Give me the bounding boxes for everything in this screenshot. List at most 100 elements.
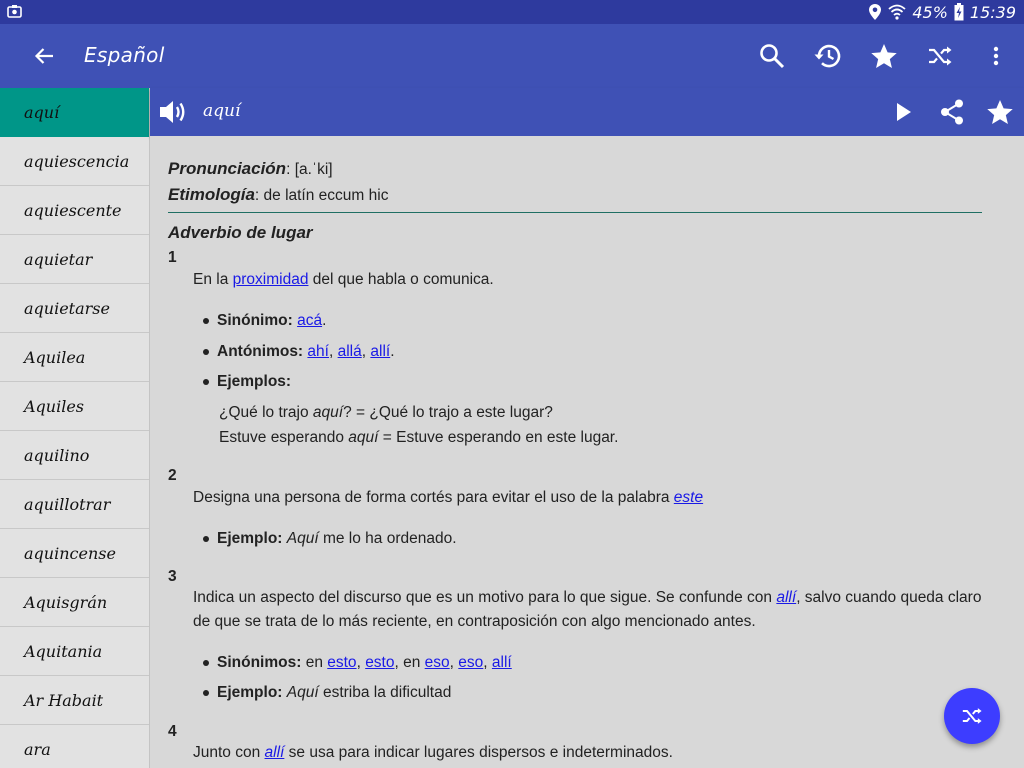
examples-line: Ejemplos: — [202, 371, 291, 393]
example-1: ¿Qué lo trajo aquí? = ¿Qué lo trajo a es… — [219, 400, 618, 425]
pronounce-button[interactable] — [158, 98, 188, 126]
play-button[interactable] — [880, 88, 928, 136]
example-text: ? = ¿Qué lo trajo a este lugar? — [343, 404, 553, 421]
example-sentence: ¿Qué lo trajo aquí? = ¿Qué lo trajo a es… — [219, 400, 618, 450]
overflow-menu-button[interactable] — [968, 24, 1024, 88]
pronunciation-value: : [a.ˈki] — [286, 161, 333, 178]
definition-content: Pronunciación: [a.ˈki] Etimología: de la… — [150, 136, 1024, 768]
sense-definition: Indica un aspecto del discurso que es un… — [193, 586, 983, 634]
definition-text: Junto con — [193, 744, 265, 761]
sense-definition: En la proximidad del que habla o comunic… — [193, 268, 983, 292]
word-list-item[interactable]: Aquitania — [0, 627, 149, 676]
word-list-item[interactable]: aquietar — [0, 235, 149, 284]
shuffle-icon — [929, 46, 952, 66]
clock: 15:39 — [969, 2, 1016, 22]
definition-text: se usa para indicar lugares dispersos e … — [284, 744, 673, 761]
star-icon — [871, 43, 897, 68]
sense-number: 1 — [168, 249, 177, 266]
word-list-item[interactable]: Aquisgrán — [0, 578, 149, 627]
word-link[interactable]: esto — [365, 654, 394, 671]
synonym-text: , en — [394, 654, 425, 671]
word-link[interactable]: allá — [338, 343, 362, 360]
word-list-item[interactable]: aquietarse — [0, 284, 149, 333]
app-title: Español — [84, 43, 165, 67]
word-link[interactable]: allí — [492, 654, 512, 671]
word-link[interactable]: allí — [370, 343, 390, 360]
battery-charging-icon — [954, 3, 964, 21]
word-link[interactable]: proximidad — [233, 271, 309, 288]
word-link[interactable]: eso — [425, 654, 450, 671]
etymology-label: Etimología — [168, 185, 255, 204]
word-link[interactable]: allí — [776, 589, 796, 606]
example-2: Estuve esperando aquí = Estuve esperando… — [219, 425, 618, 450]
word-list-item[interactable]: Aquiles — [0, 382, 149, 431]
volume-icon — [160, 101, 185, 123]
word-list-item[interactable]: aquiescente — [0, 186, 149, 235]
definition-text: Indica un aspecto del discurso que es un… — [193, 589, 777, 606]
definition-text: Designa una persona de forma cortés para… — [193, 489, 674, 506]
word-link[interactable]: eso — [458, 654, 483, 671]
word-list-item[interactable]: aquillotrar — [0, 480, 149, 529]
word-actions — [880, 88, 1024, 136]
sense-number: 2 — [168, 467, 177, 484]
punctuation: , — [483, 654, 492, 671]
punctuation: , — [356, 654, 366, 671]
arrow-back-icon — [34, 48, 53, 64]
word-link[interactable]: allí — [265, 744, 285, 761]
word-list-item[interactable]: Ar Habait — [0, 676, 149, 725]
shuffle-icon — [962, 708, 982, 724]
synonym-line: Sinónimos: en esto, esto, en eso, eso, a… — [203, 652, 512, 674]
example-label: Ejemplo: — [217, 684, 283, 701]
favorite-word-button[interactable] — [976, 88, 1024, 136]
synonym-line: Sinónimo: acá. — [202, 310, 326, 332]
more-vert-icon — [993, 46, 999, 66]
random-word-fab[interactable] — [944, 688, 1000, 744]
word-link[interactable]: acá — [297, 312, 322, 329]
word-link[interactable]: ahí — [307, 343, 329, 360]
sense-definition: Designa una persona de forma cortés para… — [193, 486, 983, 510]
word-link[interactable]: esto — [327, 654, 356, 671]
sense-definition: Junto con allí se usa para indicar lugar… — [193, 741, 983, 765]
punctuation: , — [328, 343, 338, 360]
example-text: estriba la dificultad — [318, 684, 452, 701]
part-of-speech: Adverbio de lugar — [168, 223, 313, 242]
play-icon — [897, 103, 911, 121]
back-button[interactable] — [28, 40, 60, 72]
example-text: me lo ha ordenado. — [318, 530, 457, 547]
favorites-button[interactable] — [856, 24, 912, 88]
pronunciation-line: Pronunciación: [a.ˈki] — [168, 156, 388, 182]
entry-meta: Pronunciación: [a.ˈki] Etimología: de la… — [168, 156, 388, 208]
history-button[interactable] — [800, 24, 856, 88]
definition-text: del que habla o comunica. — [308, 271, 494, 288]
sense-number: 4 — [168, 723, 177, 740]
screenshot-notification-icon — [7, 5, 22, 18]
share-icon — [941, 99, 963, 125]
word-list-item[interactable]: aquilino — [0, 431, 149, 480]
location-icon — [869, 4, 882, 20]
word-link[interactable]: este — [674, 489, 703, 506]
word-list-item[interactable]: Aquilea — [0, 333, 149, 382]
wifi-icon — [888, 4, 906, 20]
example-line: Ejemplo: Aquí me lo ha ordenado. — [203, 528, 457, 550]
example-text: ¿Qué lo trajo — [219, 404, 313, 421]
app-bar: Español — [0, 24, 1024, 88]
punctuation: , — [449, 654, 459, 671]
example-text: = Estuve esperando en este lugar. — [378, 429, 619, 446]
example-line: Ejemplo: Aquí estriba la dificultad — [202, 682, 452, 704]
random-button[interactable] — [912, 24, 968, 88]
synonym-text: en — [301, 654, 328, 671]
battery-percent: 45% — [912, 2, 948, 22]
etymology-value: : de latín eccum hic — [254, 187, 389, 204]
word-list-item[interactable]: ara — [0, 725, 149, 768]
search-button[interactable] — [744, 24, 800, 88]
etymology-line: Etimología: de latín eccum hic — [168, 182, 388, 208]
word-list-item-selected[interactable]: aquí — [0, 88, 149, 137]
word-list-item[interactable]: aquincense — [0, 529, 149, 578]
pronunciation-label: Pronunciación — [168, 159, 287, 178]
history-icon — [814, 44, 841, 68]
share-button[interactable] — [928, 88, 976, 136]
word-list-item[interactable]: aquiescencia — [0, 137, 149, 186]
word-header-bar: aquí — [150, 88, 1024, 136]
definition-text: En la — [193, 271, 233, 288]
divider — [168, 212, 982, 213]
